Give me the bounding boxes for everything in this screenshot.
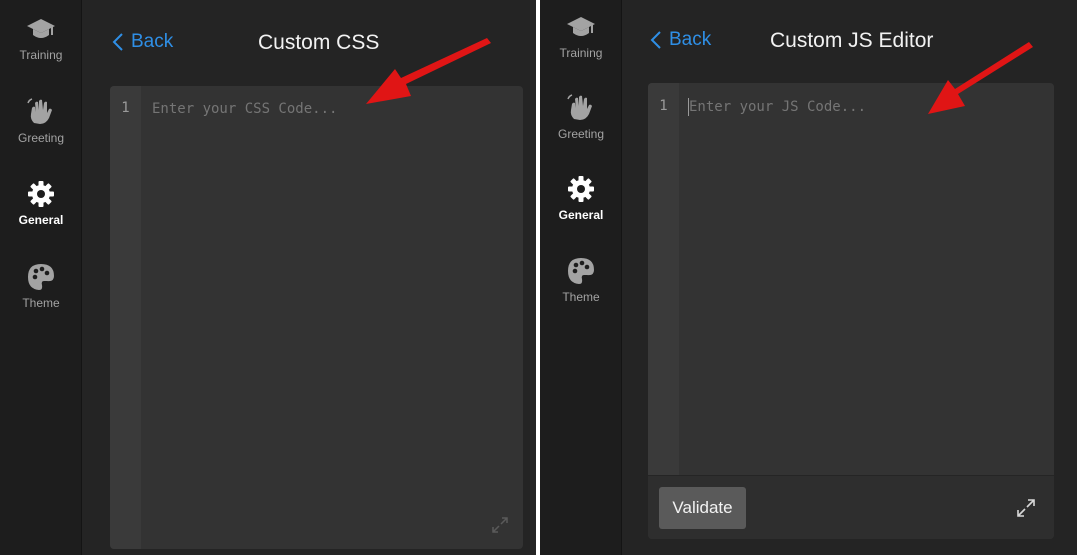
- validate-button[interactable]: Validate: [659, 487, 746, 529]
- line-number: 1: [659, 98, 668, 114]
- line-number: 1: [121, 100, 130, 116]
- sidebar-item-label: General: [558, 208, 604, 222]
- back-label: Back: [131, 31, 174, 52]
- page-title: Custom CSS: [258, 31, 380, 54]
- js-code-input[interactable]: [689, 97, 1039, 117]
- sidebar: Training Greeting General Theme: [540, 0, 622, 555]
- back-label: Back: [669, 29, 712, 50]
- sidebar: Training Greeting General Theme: [0, 0, 82, 555]
- sidebar-item-general[interactable]: General: [540, 174, 622, 222]
- editor-toolbar: Validate: [648, 475, 1054, 539]
- sidebar-item-greeting[interactable]: Greeting: [540, 93, 622, 141]
- gear-icon: [28, 181, 54, 207]
- sidebar-item-label: General: [18, 213, 64, 227]
- sidebar-item-theme[interactable]: Theme: [540, 256, 622, 304]
- sidebar-item-label: Greeting: [17, 131, 65, 145]
- gear-icon: [568, 176, 594, 202]
- back-button[interactable]: Back: [112, 31, 173, 53]
- sidebar-item-label: Theme: [562, 290, 600, 304]
- sidebar-item-label: Training: [559, 46, 603, 60]
- css-code-editor[interactable]: 1: [110, 86, 523, 549]
- waving-hand-icon: [27, 98, 52, 124]
- sidebar-item-label: Training: [19, 48, 63, 62]
- js-code-editor[interactable]: 1 Validate: [648, 83, 1054, 539]
- sidebar-item-label: Theme: [22, 296, 60, 310]
- line-number-gutter: 1: [110, 86, 141, 549]
- sidebar-item-general[interactable]: General: [0, 179, 82, 227]
- back-button[interactable]: Back: [650, 29, 711, 51]
- expand-icon[interactable]: [491, 516, 509, 534]
- custom-js-panel: Training Greeting General Theme Back Cus…: [540, 0, 1077, 555]
- sidebar-item-training[interactable]: Training: [0, 14, 82, 62]
- chevron-left-icon: [112, 33, 123, 51]
- waving-hand-icon: [567, 94, 592, 120]
- sidebar-item-theme[interactable]: Theme: [0, 262, 82, 310]
- sidebar-item-training[interactable]: Training: [540, 12, 622, 60]
- graduation-cap-icon: [27, 19, 55, 38]
- custom-css-panel: Training Greeting General Theme Back Cus…: [0, 0, 536, 555]
- graduation-cap-icon: [567, 17, 595, 36]
- palette-icon: [568, 258, 594, 284]
- chevron-left-icon: [650, 31, 661, 49]
- expand-icon[interactable]: [1016, 498, 1036, 518]
- page-title: Custom JS Editor: [770, 29, 934, 52]
- css-code-input[interactable]: [152, 99, 512, 119]
- palette-icon: [28, 264, 54, 290]
- sidebar-item-label: Greeting: [557, 127, 605, 141]
- sidebar-item-greeting[interactable]: Greeting: [0, 97, 82, 145]
- line-number-gutter: 1: [648, 83, 679, 475]
